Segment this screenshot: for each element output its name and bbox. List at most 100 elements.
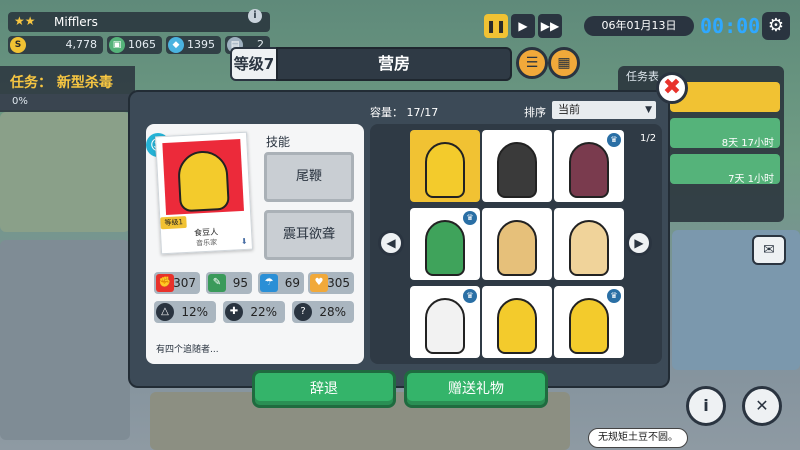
game-date: 06年01月13日 — [584, 16, 694, 36]
page-indicator: 1/2 — [640, 133, 657, 144]
gift-button[interactable]: 赠送礼物 — [404, 370, 548, 408]
fist-icon: ✊ — [156, 274, 174, 292]
character-slot[interactable] — [482, 130, 552, 202]
character-figure — [497, 142, 537, 198]
character-figure — [497, 220, 537, 276]
character-figure — [176, 149, 230, 213]
next-page-arrow-icon[interactable]: ▶ — [626, 230, 652, 256]
stat-value: 69 — [284, 276, 300, 290]
character-slot[interactable]: ♛ — [554, 130, 624, 202]
task-panel-title: 任务表 — [626, 70, 659, 83]
fast-forward-button[interactable]: ▶▶ — [538, 14, 562, 38]
info-round-icon[interactable]: i — [686, 386, 726, 426]
character-slot[interactable] — [410, 130, 480, 202]
cpu-counter: ▣ 1065 — [107, 36, 162, 54]
character-figure — [569, 142, 609, 198]
character-figure — [569, 220, 609, 276]
character-figure — [497, 298, 537, 354]
crown-icon: ♛ — [463, 211, 477, 225]
gem-counter: ◆ 1395 — [166, 36, 221, 54]
settings-gear-icon[interactable]: ⚙ — [762, 12, 790, 40]
play-button[interactable]: ▶ — [511, 14, 535, 38]
sort-label: 排序 — [524, 106, 546, 119]
room-capacity: 容量： 17/17 — [370, 106, 439, 119]
dodge-icon: △ — [156, 303, 174, 321]
followers-text: 有四个追随者... — [156, 345, 219, 355]
mission-progress: 0% — [0, 94, 135, 110]
character-figure — [425, 298, 465, 354]
skill-button[interactable]: 震耳欲聋 — [264, 210, 354, 260]
task-item[interactable]: 7天 1小时 — [670, 154, 780, 185]
info-icon[interactable]: i — [248, 9, 262, 23]
skill-button[interactable]: 尾鞭 — [264, 152, 354, 202]
coin-counter: S 4,778 — [8, 36, 103, 54]
building — [0, 112, 130, 232]
intellect-stat: ✎ 95 — [206, 272, 252, 294]
task-item[interactable]: 8天 17小时 — [670, 118, 780, 149]
skills-label: 技能 — [266, 135, 291, 149]
mission-banner[interactable]: 任务： 新型杀毒 0% — [0, 66, 135, 112]
sort-value: 当前 — [558, 103, 580, 116]
character-figure — [425, 220, 465, 276]
character-slot[interactable]: ♛ — [554, 286, 624, 358]
crown-icon: ♛ — [463, 289, 477, 303]
rank-stars-icon: ★★ — [14, 14, 36, 28]
cpu-icon: ▣ — [109, 37, 125, 53]
crown-icon: ♛ — [607, 133, 621, 147]
hat-icon: ☂ — [260, 274, 278, 292]
stat-value: 307 — [173, 276, 196, 290]
block-stat: ✚ 22% — [223, 301, 285, 323]
character-slot[interactable]: ♛ — [410, 286, 480, 358]
player-name-bar[interactable]: Mifflers — [8, 12, 270, 32]
list-view-icon[interactable]: ☰ — [516, 47, 548, 79]
speech-bubble: 无规矩土豆不圆。 — [588, 428, 688, 448]
stat-value: 12% — [181, 305, 208, 319]
mail-icon[interactable]: ✉ — [752, 235, 786, 265]
gem-icon: ◆ — [168, 37, 184, 53]
chevron-down-icon: ▼ — [645, 105, 652, 115]
heart-icon: ♥ — [310, 274, 328, 292]
sort-select[interactable]: 当前 ▼ — [552, 101, 656, 119]
download-icon: ⬇ — [240, 236, 248, 247]
crit-icon: ? — [294, 303, 312, 321]
character-figure — [569, 298, 609, 354]
character-slot[interactable] — [482, 286, 552, 358]
gem-value: 1395 — [187, 38, 215, 51]
character-portrait: 等级1 食豆人 音乐家 ⬇ — [154, 131, 254, 255]
character-slot[interactable]: ♛ — [410, 208, 480, 280]
stat-value: 28% — [319, 305, 346, 319]
dodge-stat: △ 12% — [154, 301, 216, 323]
bulb-icon: ✎ — [208, 274, 226, 292]
portrait-background — [162, 139, 244, 216]
coin-icon: S — [10, 37, 26, 53]
build-tools-icon[interactable]: ✕ — [742, 386, 782, 426]
strength-stat: ✊ 307 — [154, 272, 200, 294]
building — [0, 240, 130, 440]
stat-value: 22% — [250, 305, 277, 319]
stat-value: 305 — [327, 276, 350, 290]
crit-stat: ? 28% — [292, 301, 354, 323]
mission-title: 任务： 新型杀毒 — [10, 75, 113, 91]
pause-button[interactable]: ❚❚ — [484, 14, 508, 38]
grid-view-icon[interactable]: ▦ — [548, 47, 580, 79]
task-time: 8天 17小时 — [721, 138, 774, 149]
health-stat: ♥ 305 — [308, 272, 354, 294]
time-controls: ❚❚ ▶ ▶▶ 06年01月13日 00:00 ⚙ — [484, 12, 794, 44]
defense-stat: ☂ 69 — [258, 272, 304, 294]
crown-icon: ♛ — [607, 289, 621, 303]
task-time: 7天 1小时 — [728, 174, 774, 185]
shield-icon: ✚ — [225, 303, 243, 321]
coin-value: 4,778 — [65, 38, 98, 51]
character-figure — [425, 142, 465, 198]
dismiss-button[interactable]: 辞退 — [252, 370, 396, 408]
character-slot[interactable] — [482, 208, 552, 280]
character-slot[interactable] — [554, 208, 624, 280]
room-name: 营房 — [276, 47, 512, 81]
player-name: Mifflers — [54, 15, 98, 29]
game-clock: 00:00 — [700, 14, 761, 38]
prev-page-arrow-icon[interactable]: ◀ — [378, 230, 404, 256]
stat-value: 95 — [232, 276, 248, 290]
cpu-value: 1065 — [128, 38, 156, 51]
room-level: 等级7 — [230, 47, 278, 81]
close-icon[interactable]: ✖ — [656, 72, 688, 104]
